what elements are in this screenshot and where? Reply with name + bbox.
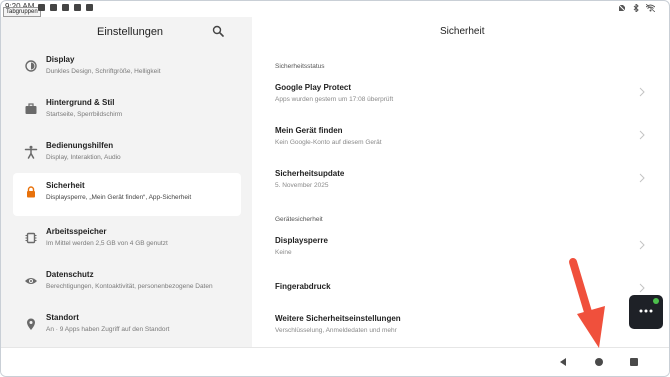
memory-icon bbox=[25, 232, 37, 244]
settings-item-subtitle: Startseite, Sperrbildschirm bbox=[46, 111, 123, 118]
home-icon[interactable] bbox=[595, 358, 603, 366]
settings-list-pane: Einstellungen Display Dunkles Design, Sc… bbox=[1, 17, 252, 347]
status-right-icons bbox=[618, 4, 655, 12]
settings-item-subtitle: Displaysperre, „Mein Gerät finden“, App-… bbox=[46, 194, 192, 201]
settings-item-wallpaper[interactable]: Hintergrund & Stil Startseite, Sperrbild… bbox=[13, 90, 241, 133]
row-screen-lock[interactable]: Displaysperre Keine bbox=[252, 230, 669, 270]
status-left-icons bbox=[38, 4, 93, 11]
chevron-right-icon bbox=[639, 130, 645, 140]
row-subtitle: Kein Google-Konto auf diesem Gerät bbox=[275, 139, 382, 146]
settings-item-display[interactable]: Display Dunkles Design, Schriftgröße, He… bbox=[13, 47, 241, 90]
privacy-eye-icon bbox=[25, 278, 37, 284]
settings-item-title: Arbeitsspeicher bbox=[46, 227, 107, 236]
volume-icon bbox=[74, 4, 81, 11]
settings-item-title: Standort bbox=[46, 313, 79, 322]
row-title: Weitere Sicherheitseinstellungen bbox=[275, 314, 401, 323]
row-subtitle: Verschlüsselung, Anmeldedaten und mehr bbox=[275, 327, 397, 334]
security-detail-pane: Sicherheit Sicherheitsstatus Google Play… bbox=[252, 17, 669, 348]
section-header-device: Gerätesicherheit bbox=[275, 216, 323, 223]
row-fingerprint[interactable]: Fingerabdruck bbox=[252, 273, 669, 313]
system-navigation-bar bbox=[1, 347, 669, 376]
row-find-my-device[interactable]: Mein Gerät finden Kein Google-Konto auf … bbox=[252, 120, 669, 160]
location-icon bbox=[27, 318, 35, 330]
notification-icon bbox=[38, 4, 45, 11]
online-indicator-dot bbox=[653, 298, 659, 304]
settings-item-subtitle: Display, Interaktion, Audio bbox=[46, 154, 121, 161]
row-title: Fingerabdruck bbox=[275, 282, 331, 291]
settings-item-subtitle: Im Mittel werden 2,5 GB von 4 GB genutzt bbox=[46, 240, 168, 247]
settings-item-privacy[interactable]: Datenschutz Berechtigungen, Kontoaktivit… bbox=[13, 262, 241, 305]
app-icon bbox=[86, 4, 93, 11]
display-icon bbox=[25, 60, 37, 72]
row-title: Google Play Protect bbox=[275, 83, 352, 92]
settings-item-accessibility[interactable]: Bedienungshilfen Display, Interaktion, A… bbox=[13, 133, 241, 176]
settings-title: Einstellungen bbox=[97, 26, 164, 38]
recent-apps-icon[interactable] bbox=[630, 358, 638, 366]
lock-icon bbox=[27, 186, 35, 198]
settings-item-memory[interactable]: Arbeitsspeicher Im Mittel werden 2,5 GB … bbox=[13, 219, 241, 262]
chevron-right-icon bbox=[639, 283, 645, 293]
settings-item-title: Sicherheit bbox=[46, 181, 85, 190]
accessibility-icon bbox=[24, 145, 38, 159]
floating-assistant-button[interactable] bbox=[629, 295, 663, 329]
row-subtitle: 5. November 2025 bbox=[275, 182, 329, 189]
row-subtitle: Apps wurden gestern um 17:08 überprüft bbox=[275, 96, 394, 103]
chevron-right-icon bbox=[639, 173, 645, 183]
settings-item-title: Hintergrund & Stil bbox=[46, 98, 115, 107]
settings-item-security[interactable]: Sicherheit Displaysperre, „Mein Gerät fi… bbox=[13, 173, 241, 216]
tooltip: Tabgruppen bbox=[3, 7, 41, 17]
wifi-icon bbox=[646, 4, 655, 12]
screen-icon bbox=[62, 4, 69, 11]
no-sim-icon bbox=[618, 4, 626, 12]
bluetooth-icon bbox=[633, 4, 639, 12]
row-google-play-protect[interactable]: Google Play Protect Apps wurden gestern … bbox=[252, 77, 669, 117]
row-subtitle: Keine bbox=[275, 249, 292, 256]
more-dots-icon bbox=[639, 309, 653, 313]
back-icon[interactable] bbox=[558, 357, 568, 367]
page-title: Sicherheit bbox=[440, 26, 485, 37]
message-icon bbox=[50, 4, 57, 11]
settings-item-subtitle: Berechtigungen, Kontoaktivität, personen… bbox=[46, 283, 213, 290]
settings-item-subtitle: Dunkles Design, Schriftgröße, Helligkeit bbox=[46, 68, 161, 75]
chevron-right-icon bbox=[639, 87, 645, 97]
settings-item-location[interactable]: Standort An · 9 Apps haben Zugriff auf d… bbox=[13, 305, 241, 348]
settings-item-title: Bedienungshilfen bbox=[46, 141, 114, 150]
row-more-security-settings[interactable]: Weitere Sicherheitseinstellungen Verschl… bbox=[252, 308, 669, 348]
section-header-status: Sicherheitsstatus bbox=[275, 63, 325, 70]
row-title: Sicherheitsupdate bbox=[275, 169, 345, 178]
settings-item-title: Datenschutz bbox=[46, 270, 94, 279]
android-settings-window: 9:20 AM Tabgruppen Einstellungen Displ bbox=[0, 0, 670, 377]
settings-item-subtitle: An · 9 Apps haben Zugriff auf den Stando… bbox=[46, 326, 170, 333]
row-security-update[interactable]: Sicherheitsupdate 5. November 2025 bbox=[252, 163, 669, 203]
wallpaper-icon bbox=[25, 103, 37, 114]
row-title: Mein Gerät finden bbox=[275, 126, 343, 135]
chevron-right-icon bbox=[639, 240, 645, 250]
settings-item-title: Display bbox=[46, 55, 75, 64]
search-icon[interactable] bbox=[212, 25, 224, 37]
row-title: Displaysperre bbox=[275, 236, 328, 245]
status-bar: 9:20 AM Tabgruppen bbox=[1, 1, 669, 17]
